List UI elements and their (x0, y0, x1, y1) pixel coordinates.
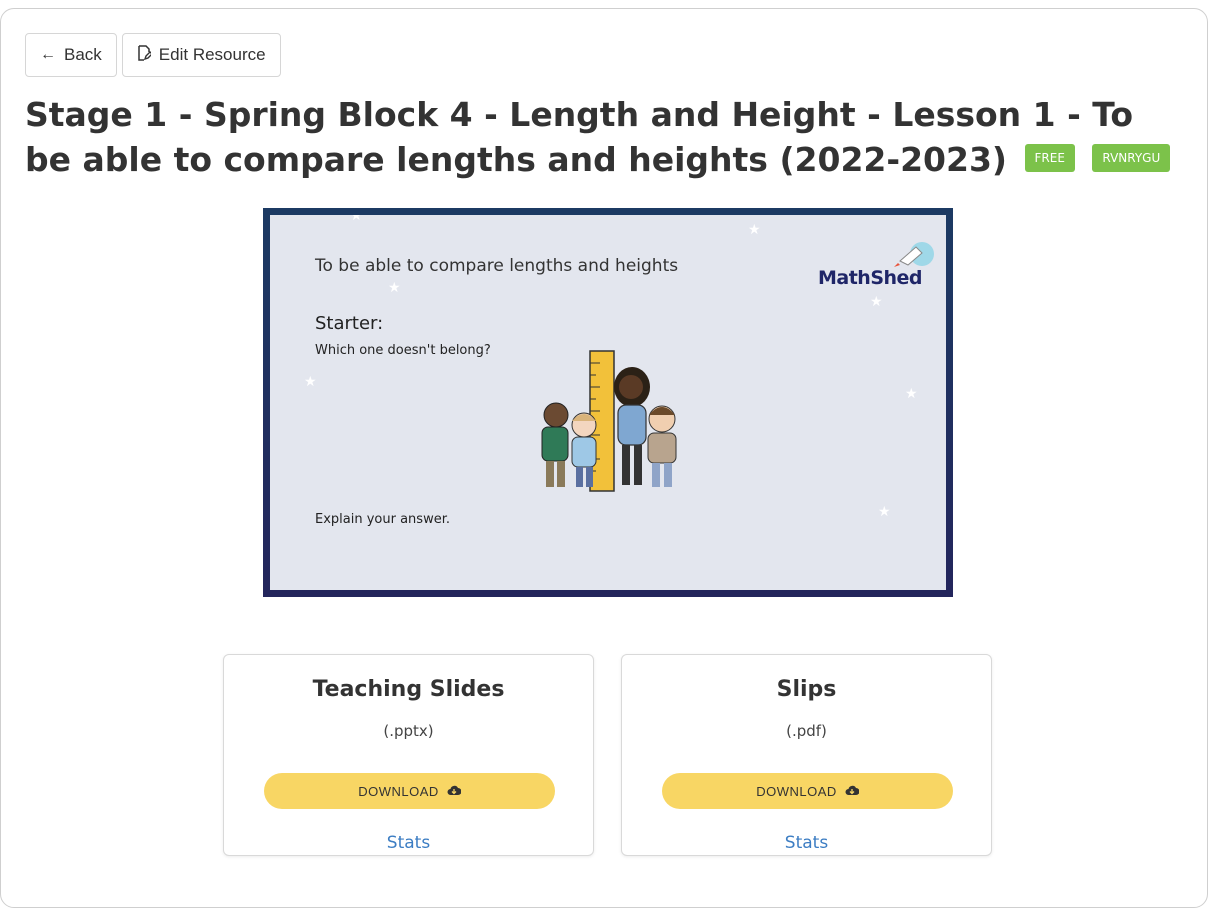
download-label: DOWNLOAD (756, 783, 837, 799)
free-badge: FREE (1024, 143, 1075, 172)
slide-explain: Explain your answer. (315, 512, 450, 527)
star-icon: ★ (350, 215, 363, 224)
stats-link[interactable]: Stats (224, 833, 593, 853)
toolbar: ← Back Edit Resource (25, 33, 281, 77)
card-title: Slips (776, 677, 837, 702)
back-label: Back (64, 45, 102, 64)
card-file-extension: (.pptx) (383, 722, 434, 740)
mathshed-logo: MathShed (818, 239, 936, 299)
card-file-extension: (.pdf) (786, 722, 827, 740)
edit-resource-label: Edit Resource (158, 45, 266, 64)
download-button[interactable]: DOWNLOAD (264, 773, 555, 809)
rocket-icon (894, 242, 934, 267)
star-icon: ★ (905, 386, 918, 402)
back-button[interactable]: ← Back (25, 33, 117, 77)
logo-text: MathShed (818, 267, 923, 289)
download-label: DOWNLOAD (358, 783, 439, 799)
page-title-text: Stage 1 - Spring Block 4 - Length and He… (25, 95, 1134, 179)
slide-heading: To be able to compare lengths and height… (315, 256, 679, 276)
star-icon: ★ (304, 374, 317, 390)
children-ruler-illustration (541, 350, 677, 492)
star-icon: ★ (748, 222, 761, 238)
slide-preview: ★ ★ ★ ★ ★ ★ ★ To be able to compare leng… (270, 215, 946, 590)
resource-card-slips: Slips (.pdf) DOWNLOAD Stats (621, 654, 992, 856)
arrow-left-icon: ← (40, 46, 56, 63)
stats-link[interactable]: Stats (622, 833, 991, 853)
page-title: Stage 1 - Spring Block 4 - Length and He… (25, 92, 1185, 182)
slide-starter: Starter: (315, 313, 384, 334)
edit-resource-button[interactable]: Edit Resource (121, 33, 281, 77)
cloud-download-icon (447, 784, 462, 799)
resource-card-teaching-slides: Teaching Slides (.pptx) DOWNLOAD Stats (223, 654, 594, 856)
card-title: Teaching Slides (312, 677, 505, 702)
code-badge: RVNRYGU (1092, 143, 1171, 172)
download-button[interactable]: DOWNLOAD (662, 773, 953, 809)
star-icon: ★ (878, 504, 891, 520)
star-icon: ★ (388, 280, 401, 296)
slide-question: Which one doesn't belong? (315, 343, 491, 358)
cloud-download-icon (845, 784, 860, 799)
resource-preview[interactable]: ★ ★ ★ ★ ★ ★ ★ To be able to compare leng… (263, 208, 953, 597)
edit-icon (137, 45, 153, 65)
